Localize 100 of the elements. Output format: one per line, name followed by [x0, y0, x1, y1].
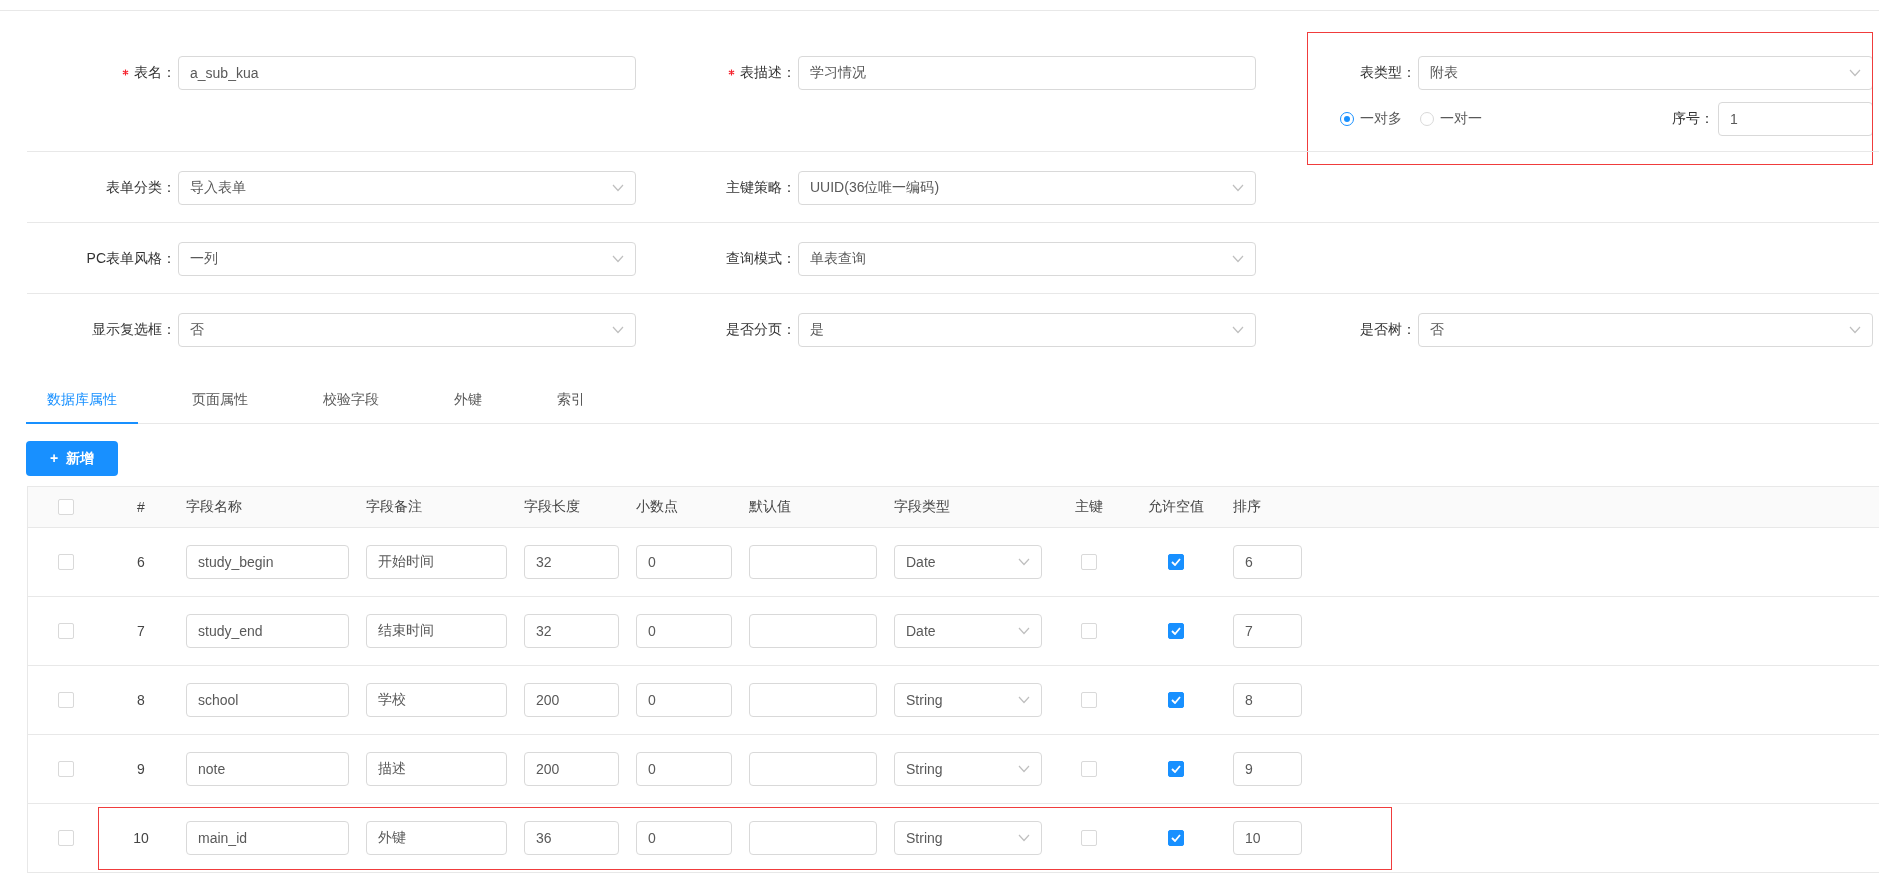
input-field[interactable]: study_end [186, 614, 349, 648]
select-field[interactable]: UUID(36位唯一编码) [798, 171, 1256, 205]
column-header: 小数点 [635, 498, 679, 516]
input-field[interactable]: study_begin [186, 545, 349, 579]
row-number: 6 [136, 554, 146, 570]
chevron-down-icon [1018, 627, 1030, 635]
tab[interactable]: 外键 [433, 391, 503, 424]
chevron-down-icon [612, 255, 624, 263]
checkbox[interactable] [1167, 554, 1184, 570]
field-label: PC表单风格： [85, 250, 177, 268]
column-header: 字段备注 [365, 498, 423, 516]
check-icon [1170, 765, 1181, 773]
row-number: 9 [136, 761, 146, 777]
tab[interactable]: 索引 [536, 391, 606, 424]
select-field[interactable]: 一列 [178, 242, 636, 276]
input-field[interactable]: 32 [524, 614, 619, 648]
field-label: 是否分页： [725, 321, 797, 339]
select-field[interactable]: Date [894, 614, 1042, 648]
column-header: 默认值 [748, 498, 792, 516]
select-field[interactable]: String [894, 683, 1042, 717]
input-field[interactable]: 学校 [366, 683, 507, 717]
select-field[interactable]: 是 [798, 313, 1256, 347]
input-field[interactable]: 10 [1233, 821, 1302, 855]
checkbox[interactable] [1167, 761, 1184, 777]
checkbox[interactable] [1167, 692, 1184, 708]
chevron-down-icon [1849, 326, 1861, 334]
input-field[interactable] [749, 545, 877, 579]
required-asterisk-icon [728, 69, 735, 76]
input-field[interactable]: 结束时间 [366, 614, 507, 648]
row-number: 10 [132, 830, 150, 846]
chevron-down-icon [1849, 69, 1861, 77]
input-field[interactable]: 0 [636, 683, 732, 717]
input-field[interactable]: 32 [524, 545, 619, 579]
field-label: 表类型： [1359, 64, 1417, 82]
input-field[interactable]: note [186, 752, 349, 786]
input-field[interactable]: a_sub_kua [178, 56, 636, 90]
checkbox[interactable] [1167, 623, 1184, 639]
input-field[interactable]: 外键 [366, 821, 507, 855]
chevron-down-icon [1232, 326, 1244, 334]
row-number: 7 [136, 623, 146, 639]
input-field[interactable]: 200 [524, 683, 619, 717]
chevron-down-icon [1018, 558, 1030, 566]
input-field[interactable] [749, 752, 877, 786]
select-field[interactable]: 单表查询 [798, 242, 1256, 276]
input-field[interactable]: 0 [636, 614, 732, 648]
column-header: 允许空值 [1146, 498, 1205, 516]
radio-option[interactable]: 一对多 [1340, 110, 1402, 128]
input-field[interactable]: 8 [1233, 683, 1302, 717]
field-label: 表单分类： [105, 179, 177, 197]
input-field[interactable]: 开始时间 [366, 545, 507, 579]
input-field[interactable]: 0 [636, 545, 732, 579]
field-label: 显示复选框： [91, 321, 177, 339]
select-field[interactable]: String [894, 752, 1042, 786]
input-field[interactable]: 36 [524, 821, 619, 855]
chevron-down-icon [1232, 255, 1244, 263]
column-header: 字段类型 [893, 498, 951, 516]
input-field[interactable]: 9 [1233, 752, 1302, 786]
check-icon [1170, 627, 1181, 635]
input-field[interactable]: 描述 [366, 752, 507, 786]
column-header: # [136, 499, 146, 515]
input-field[interactable]: 学习情况 [798, 56, 1256, 90]
required-asterisk-icon [122, 69, 129, 76]
row-number: 8 [136, 692, 146, 708]
chevron-down-icon [1018, 696, 1030, 704]
field-label: 序号： [1672, 110, 1714, 128]
input-field[interactable] [749, 614, 877, 648]
check-icon [1170, 558, 1181, 566]
chevron-down-icon [612, 184, 624, 192]
column-header: 排序 [1232, 498, 1262, 516]
input-field[interactable]: 0 [636, 821, 732, 855]
checkbox[interactable] [1167, 830, 1184, 846]
select-field[interactable]: String [894, 821, 1042, 855]
select-field[interactable]: 否 [178, 313, 636, 347]
input-field[interactable] [749, 683, 877, 717]
tab[interactable]: 页面属性 [171, 391, 269, 424]
input-field[interactable]: 7 [1233, 614, 1302, 648]
input-field[interactable]: main_id [186, 821, 349, 855]
field-label: 表描述： [636, 64, 798, 82]
chevron-down-icon [1018, 834, 1030, 842]
field-label: 表名： [0, 64, 178, 82]
select-field[interactable]: Date [894, 545, 1042, 579]
tab[interactable]: 校验字段 [302, 391, 400, 424]
radio-option[interactable]: 一对一 [1420, 110, 1482, 128]
select-field[interactable]: 否 [1418, 313, 1873, 347]
column-header: 字段名称 [185, 498, 243, 516]
input-field[interactable]: 0 [636, 752, 732, 786]
chevron-down-icon [612, 326, 624, 334]
check-icon [1170, 696, 1181, 704]
select-field[interactable]: 导入表单 [178, 171, 636, 205]
field-label: 查询模式： [725, 250, 797, 268]
input-field[interactable]: 6 [1233, 545, 1302, 579]
column-header: 主键 [1073, 498, 1104, 516]
field-label: 是否树： [1359, 321, 1417, 339]
chevron-down-icon [1232, 184, 1244, 192]
input-field[interactable]: school [186, 683, 349, 717]
input-field[interactable]: 200 [524, 752, 619, 786]
field-label: 主键策略： [725, 179, 797, 197]
input-field[interactable] [749, 821, 877, 855]
column-header: 字段长度 [523, 498, 581, 516]
chevron-down-icon [1018, 765, 1030, 773]
